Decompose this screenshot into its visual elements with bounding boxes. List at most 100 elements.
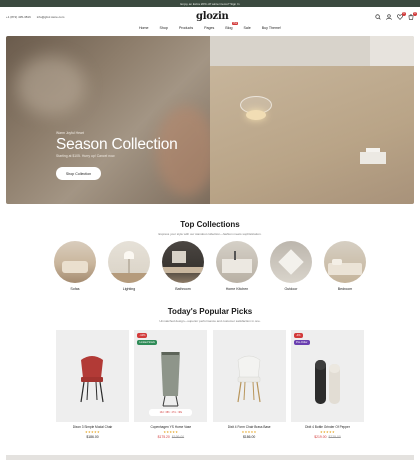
mirror-shape [172,251,186,263]
white-chair-image [237,355,261,403]
user-icon[interactable] [386,14,392,20]
wishlist-count-badge: 0 [402,12,406,16]
collection-label[interactable]: Home Kitchen [226,287,249,291]
collection-image[interactable] [270,241,312,283]
hot-badge: Hot [232,22,239,25]
product-price: $186.00 [86,435,98,439]
collection-label[interactable]: Bedroom [338,287,353,291]
product-name[interactable]: Dixon 3 Simple Modal Chair [73,425,113,429]
sale-price: $219.00 [314,435,327,439]
wishlist-icon[interactable]: 0 [397,12,406,20]
nav-item-pages[interactable]: Pages [204,26,214,30]
collection-item-bathroom[interactable]: Bathroom [162,241,204,296]
lamp-light [246,110,266,120]
product-card[interactable]: -4% Pre-Order Dixit 4 Bottle Grinder Of … [290,330,364,445]
nav-item-sale[interactable]: Sale [244,26,251,30]
hero-blur-decoration [16,56,86,116]
collection-label[interactable]: Outdoor [285,287,298,291]
discount-badge: -4% [293,333,303,338]
top-collections-subtitle: Express your style with our standout col… [158,232,262,236]
collection-image[interactable] [54,241,96,283]
current-price: $186.00 [86,435,99,439]
product-name[interactable]: Copenhagen YS Home Vase [151,425,192,429]
product-name[interactable]: Dixit 4 Bottle Grinder Of Pepper [305,425,350,429]
announcement-text[interactable]: Enjoy an Extra 20% off winter items? Sig… [180,2,239,6]
nav-item-blog[interactable]: Blog Hot [225,22,239,30]
rating-stars: ★★★★★ [241,430,257,434]
cart-count-badge: 0 [413,12,417,16]
lamp-shade [124,251,134,259]
search-icon[interactable] [375,14,381,20]
product-image[interactable] [212,330,286,422]
current-price: $186.00 [243,435,256,439]
hero-banner: Warm Joyful Heart Season Collection Star… [6,36,414,204]
product-grid: Dixon 3 Simple Modal Chair ★★★★★ $186.00… [56,330,364,445]
collection-image[interactable] [324,241,366,283]
discount-badge: -12% [137,333,148,338]
product-price: $219.00 $229.00 [314,435,341,439]
table-top [108,273,150,283]
lamp-stand [128,259,130,273]
pillow-shape [332,259,342,265]
product-card[interactable]: Dixit 4 Form Chair Brass Base ★★★★★ $186… [212,330,286,445]
counter-shape [162,267,204,273]
red-chair-image [80,356,104,403]
hero-background-left [6,36,216,204]
contact-info: +1 (872) 435-3816 info@gfoz.store.com [6,15,64,19]
collection-label[interactable]: Sofas [70,287,79,291]
outdoor-chair [278,249,304,275]
announcement-bar: Enjoy an Extra 20% off winter items? Sig… [0,0,420,7]
header-icons: 0 0 [375,12,417,20]
countdown-timer: 13d : 08h : 47m : 38s [149,409,193,416]
pre-order-badge: Pre-Order [293,340,310,345]
nav-item-products[interactable]: Products [179,26,193,30]
collection-label[interactable]: Bathroom [175,287,191,291]
main-navigation: Home Shop Products Pages Blog Hot Sale Bu… [0,22,420,30]
email-address[interactable]: info@gfoz.store.com [37,15,65,19]
site-logo[interactable]: glozin [196,11,229,22]
collections-list: Sofas Lighting Bathroom Home Kitchen Out… [54,241,366,296]
product-image[interactable]: -4% Pre-Order [290,330,364,422]
nav-item-shop[interactable]: Shop [160,26,168,30]
cart-icon[interactable]: 0 [408,12,417,20]
collection-label[interactable]: Lighting [123,287,136,291]
book-stack [360,152,386,164]
shop-collection-button[interactable]: Shop Collection [56,167,101,180]
product-image[interactable]: -12% Limited Stock 13d : 08h : 47m : 38s [134,330,208,422]
collection-image[interactable] [162,241,204,283]
hero-subtitle: Warm Joyful Heart [56,131,84,135]
product-card[interactable]: -12% Limited Stock 13d : 08h : 47m : 38s… [134,330,208,445]
sale-price: $175.20 [157,435,170,439]
phone-number[interactable]: +1 (872) 435-3816 [6,15,31,19]
popular-picks-title: Today's Popular Picks [167,307,253,316]
hero-description: Starting at $105. Hurry up! Cancel now. [56,154,116,158]
nav-item-buy-theme[interactable]: Buy Theme! [262,26,281,30]
original-price: $199.00 [171,435,185,439]
top-collections-title: Top Collections [180,220,240,229]
nav-item-blog-label: Blog [225,26,233,30]
hero-image-desk [210,36,414,204]
hero-title: Season Collection [56,136,178,153]
product-image[interactable] [56,330,129,422]
product-card[interactable]: Dixon 3 Simple Modal Chair ★★★★★ $186.00 [56,330,129,445]
collection-image[interactable] [216,241,258,283]
rating-stars: ★★★★★ [163,430,179,434]
original-price: $229.00 [328,435,341,439]
collection-item-outdoor[interactable]: Outdoor [270,241,312,296]
collection-image[interactable] [108,241,150,283]
next-section-preview [6,455,414,460]
rating-stars: ★★★★★ [320,430,335,434]
collection-item-lighting[interactable]: Lighting [108,241,150,296]
faucet [234,251,236,260]
rating-stars: ★★★★★ [85,430,100,434]
nav-item-home[interactable]: Home [139,26,149,30]
hero-desk-surface [210,66,414,204]
kitchen-counter [222,259,252,273]
product-name[interactable]: Dixit 4 Form Chair Brass Base [228,425,271,429]
limited-stock-badge: Limited Stock [137,340,157,345]
collection-item-home-kitchen[interactable]: Home Kitchen [216,241,258,296]
product-price: $186.00 [243,435,255,439]
sofa-shape [62,261,88,273]
collection-item-bedroom[interactable]: Bedroom [324,241,366,296]
collection-item-sofas[interactable]: Sofas [54,241,96,296]
